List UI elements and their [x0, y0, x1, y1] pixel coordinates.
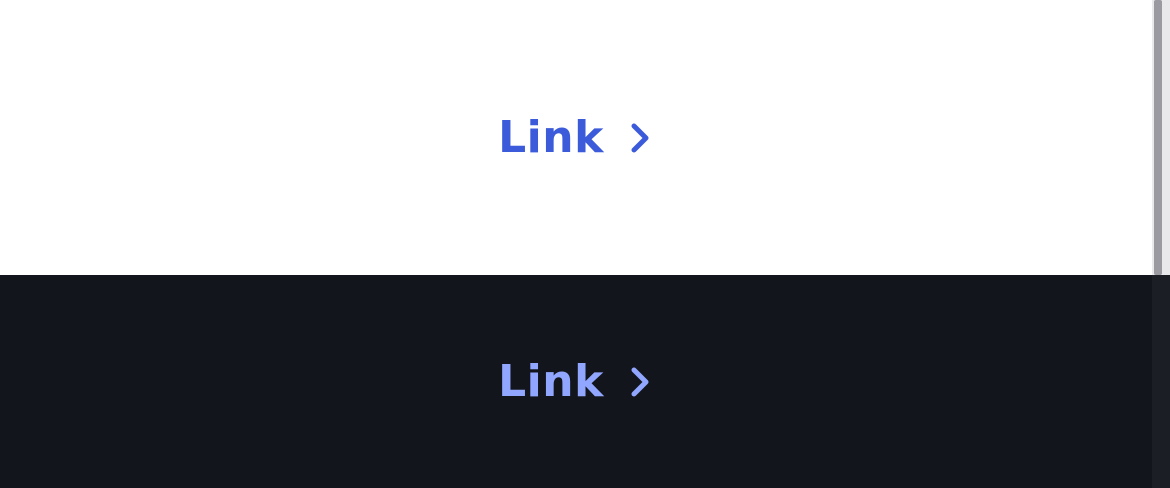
link-label: Link: [498, 111, 604, 163]
page: Link Link: [0, 0, 1170, 488]
light-theme-panel: Link: [0, 0, 1152, 275]
link-dark[interactable]: Link: [498, 355, 654, 407]
scrollbar-thumb[interactable]: [1154, 0, 1162, 275]
chevron-right-icon: [626, 120, 654, 156]
link-light[interactable]: Link: [498, 111, 654, 163]
scrollbar-track-lower: [1152, 275, 1170, 488]
link-label: Link: [498, 355, 604, 407]
dark-theme-panel: Link: [0, 275, 1152, 488]
chevron-right-icon: [626, 364, 654, 400]
